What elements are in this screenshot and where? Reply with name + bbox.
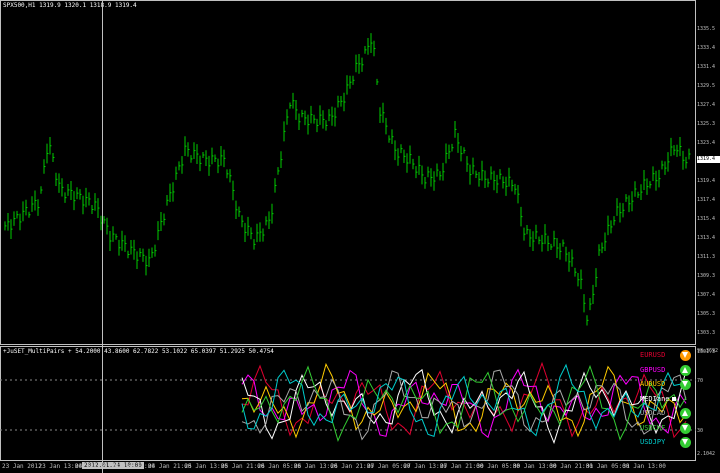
arrow-up-icon <box>682 366 688 373</box>
legend-row: USDJPY <box>640 437 692 449</box>
indicator-tick: 98.3692 <box>697 348 719 354</box>
legend-row: AUDUSD <box>640 379 692 391</box>
legend-label: EURUSD <box>640 351 666 359</box>
price-tick: 1313.4 <box>697 235 716 241</box>
arrow-down-icon <box>682 439 688 445</box>
legend-row: GBPUSD <box>640 364 692 377</box>
price-bars <box>4 33 691 326</box>
status-dot-icon <box>680 422 691 434</box>
price-tick: 1305.3 <box>697 311 716 317</box>
price-tick: 1327.4 <box>697 102 716 108</box>
price-tick: 1335.5 <box>697 26 716 32</box>
indicator-lines <box>0 361 696 445</box>
price-tick: 1303.3 <box>697 330 716 336</box>
price-tick: 1323.4 <box>697 140 716 146</box>
price-tick: 1333.4 <box>697 45 716 51</box>
status-dot-icon <box>680 350 691 361</box>
indicator-line <box>241 368 687 445</box>
indicator-tick: 70 <box>697 378 704 384</box>
indicator-tick: 2.1042 <box>697 451 716 457</box>
status-dot-icon <box>680 437 691 448</box>
price-tick: 1317.4 <box>697 197 716 203</box>
legend-label: MEDIane <box>640 394 670 403</box>
price-tick: 1331.4 <box>697 64 716 70</box>
legend-row: EURUSD <box>640 350 692 362</box>
legend-row: USDCAD <box>640 408 692 420</box>
arrow-down-icon <box>682 424 688 431</box>
indicator-panel[interactable]: +JuSET_MultiPairs + 54.2000 43.8600 62.7… <box>0 346 720 461</box>
status-dot-icon <box>680 408 691 419</box>
legend-row: USDCHF <box>640 422 692 435</box>
price-tick: 1319.4 <box>697 178 716 184</box>
status-dot-icon <box>680 379 691 390</box>
price-tick: 1311.3 <box>697 254 716 260</box>
legend-label: GBPUSD <box>640 365 666 374</box>
legend-label: USDCAD <box>640 409 666 417</box>
legend-label: USDJPY <box>640 438 666 446</box>
legend-label: USDCHF <box>640 423 666 432</box>
arrow-down-icon <box>682 352 688 358</box>
legend-row: MEDIane <box>640 394 692 406</box>
price-tick: 1309.3 <box>697 273 716 279</box>
price-tick: 1307.4 <box>697 292 716 298</box>
median-marker-icon <box>672 396 676 401</box>
current-price-tag: 1319.4 <box>697 156 720 163</box>
price-tick: 1325.3 <box>697 121 716 127</box>
time-tick: 23 Jan 2012 <box>2 463 42 470</box>
indicator-tick: 30 <box>697 428 704 434</box>
time-tick: 31 Jan 13:00 <box>622 463 666 470</box>
price-tick: 1329.5 <box>697 83 716 89</box>
legend-label: AUDUSD <box>640 380 666 388</box>
price-chart[interactable]: SPX500,H1 1319.9 1320.1 1318.9 1319.4 13… <box>0 0 720 473</box>
status-dot-icon <box>680 364 691 376</box>
price-tick: 1315.4 <box>697 216 716 222</box>
arrow-down-icon <box>682 381 688 387</box>
arrow-up-icon <box>682 410 688 416</box>
